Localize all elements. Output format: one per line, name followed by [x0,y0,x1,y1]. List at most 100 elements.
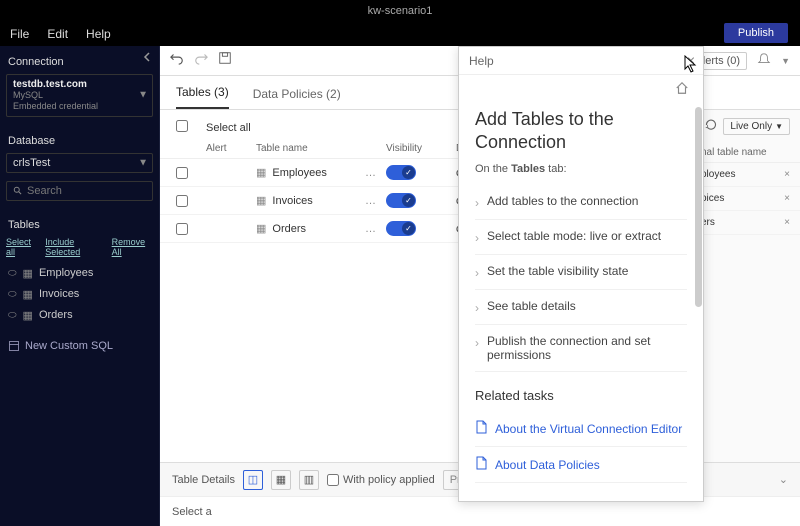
help-item[interactable]: ›Publish the connection and set permissi… [475,325,687,372]
view-mode-3[interactable]: ▥ [299,470,319,490]
include-selected-link[interactable]: Include Selected [45,237,105,257]
scrollbar[interactable] [695,107,702,307]
help-link[interactable]: About the Virtual Connection Editor [475,411,687,447]
pill-icon: ⬭ [8,310,17,321]
sidebar-item-invoices[interactable]: ⬭ ▦ Invoices [0,284,159,305]
connection-cred: Embedded credential [13,101,146,112]
connection-host: testdb.test.com [13,79,146,90]
tables-label: Tables [0,209,159,235]
tab-data-policies[interactable]: Data Policies (2) [253,87,341,109]
remove-icon[interactable]: × [784,217,790,228]
refresh-icon[interactable] [705,119,717,134]
col-tablename: Table name [256,143,386,154]
help-item[interactable]: ›Add tables to the connection [475,185,687,220]
visibility-toggle[interactable] [386,193,416,208]
close-icon[interactable]: × [687,52,695,68]
pill-icon: ⬭ [8,289,17,300]
original-table-name-header: nal table name [691,143,800,163]
remove-icon[interactable]: × [784,169,790,180]
bell-icon[interactable] [757,52,771,69]
chevron-right-icon: › [475,231,479,245]
connection-label: Connection [0,46,159,72]
col-visibility: Visibility [386,143,456,154]
chevron-down-icon[interactable]: ⌄ [779,473,788,486]
menu-file[interactable]: File [10,27,29,41]
row-checkbox[interactable] [176,223,188,235]
new-custom-sql-button[interactable]: New Custom SQL [8,340,151,352]
row-checkbox[interactable] [176,195,188,207]
help-body: Add Tables to the Connection On the Tabl… [459,100,703,501]
window-title: kw-scenario1 [368,5,433,17]
select-all-link[interactable]: Select all [6,237,39,257]
search-placeholder: Search [27,185,62,197]
table-details-label: Table Details [172,474,235,486]
row-menu-icon[interactable]: … [365,167,386,179]
help-item[interactable]: ›Set the table visibility state [475,255,687,290]
right-strip: Live Only ▼ nal table name oloyees × oic… [690,110,800,462]
help-item[interactable]: ›Select table mode: live or extract [475,220,687,255]
right-row: oices × [691,187,800,211]
chevron-right-icon: › [475,266,479,280]
live-only-selector[interactable]: Live Only ▼ [723,118,790,135]
connection-selector[interactable]: testdb.test.com MySQL Embedded credentia… [6,74,153,117]
chevron-right-icon: › [475,336,479,350]
row-menu-icon[interactable]: … [365,223,386,235]
table-icon: ▦ [23,309,33,322]
policy-applied-checkbox[interactable]: With policy applied [327,474,435,486]
table-icon: ▦ [256,222,266,235]
view-mode-1[interactable]: ◫ [243,470,263,490]
right-row: oloyees × [691,163,800,187]
chevron-right-icon: › [475,301,479,315]
sidebar-item-orders[interactable]: ⬭ ▦ Orders [0,305,159,326]
pill-icon: ⬭ [8,268,17,279]
help-panel-header: Help × [459,47,703,75]
sidebar-collapse-icon[interactable] [143,52,153,65]
select-all-checkbox[interactable] [176,120,188,132]
chevron-down-icon: ▼ [138,157,148,168]
table-icon: ▦ [256,166,266,179]
help-label: Help [469,54,494,68]
chevron-down-icon: ▼ [138,90,148,101]
table-icon: ▦ [256,194,266,207]
connection-type: MySQL [13,90,146,101]
home-icon[interactable] [675,81,689,100]
sidebar-item-employees[interactable]: ⬭ ▦ Employees [0,263,159,284]
help-title: Add Tables to the Connection [475,108,687,153]
chevron-right-icon: › [475,196,479,210]
table-icon: ▦ [23,267,33,280]
menu-help[interactable]: Help [86,27,111,41]
chevron-down-icon[interactable]: ▼ [781,56,790,66]
row-menu-icon[interactable]: … [365,195,386,207]
help-panel: Help × Add Tables to the Connection On t… [458,46,704,502]
menu-edit[interactable]: Edit [47,27,68,41]
select-all-label: Select all [206,122,251,134]
publish-button[interactable]: Publish [724,23,788,43]
database-name: crlsTest [13,157,50,169]
tab-tables[interactable]: Tables (3) [176,85,229,109]
view-mode-2[interactable]: ▦ [271,470,291,490]
sidebar: Connection testdb.test.com MySQL Embedde… [0,46,160,526]
related-tasks-label: Related tasks [475,388,687,403]
redo-button[interactable] [194,51,208,70]
menubar: File Edit Help Publish [0,22,800,46]
right-row: ers × [691,211,800,235]
database-selector[interactable]: crlsTest ▼ [6,153,153,173]
search-icon [13,186,23,196]
help-link[interactable]: About Data Policies [475,447,687,483]
sql-icon [8,340,20,352]
table-icon: ▦ [23,288,33,301]
visibility-toggle[interactable] [386,165,416,180]
remove-all-link[interactable]: Remove All [112,237,153,257]
help-subtitle: On the Tables tab: [475,163,687,175]
col-alert: Alert [206,143,256,154]
search-input[interactable]: Search [6,181,153,201]
visibility-toggle[interactable] [386,221,416,236]
row-checkbox[interactable] [176,167,188,179]
undo-button[interactable] [170,51,184,70]
remove-icon[interactable]: × [784,193,790,204]
document-icon [475,456,487,473]
chevron-down-icon: ▼ [775,122,783,131]
save-button[interactable] [218,51,232,70]
help-item[interactable]: ›See table details [475,290,687,325]
database-label: Database [0,125,159,151]
